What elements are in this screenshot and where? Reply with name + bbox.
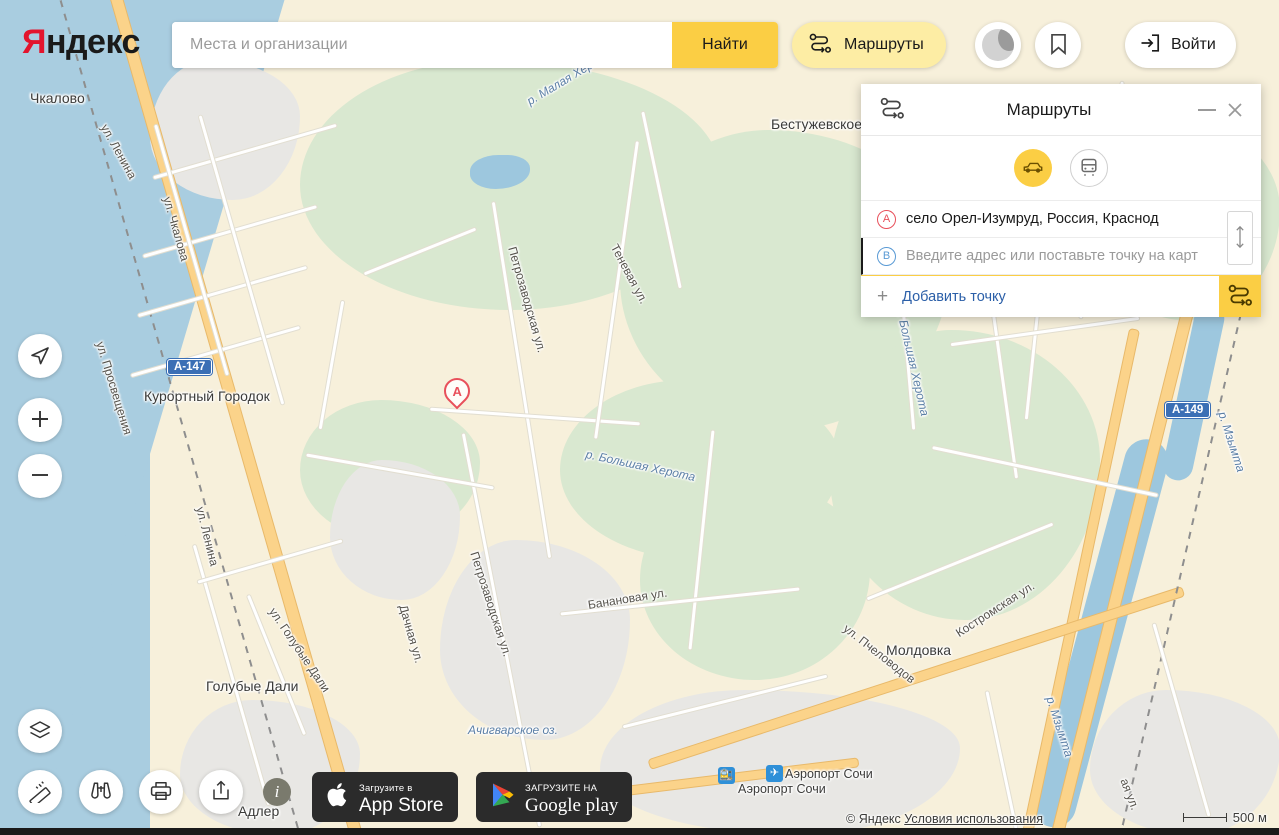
train-icon[interactable]: 🚉 [718,767,735,784]
copyright-text: © Яндекс [846,812,901,826]
bookmark-icon [1050,33,1067,58]
avatar-button[interactable] [975,22,1021,68]
app-store-badge-top: Загрузите в [359,783,413,794]
yandex-logo-ya: Я [22,23,46,61]
bus-icon [1080,157,1098,180]
close-icon[interactable] [1221,96,1249,124]
search-bar: Найти [172,22,778,68]
search-button[interactable]: Найти [672,22,778,68]
swap-vertical-icon [1234,224,1246,253]
map-road-shield: A-147 [167,359,213,375]
route-point-b-row[interactable]: B [861,238,1261,275]
google-play-badge[interactable]: ЗАГРУЗИТЕ НА Google play [476,772,633,822]
google-play-badge-text: ЗАГРУЗИТЕ НА Google play [525,778,618,816]
zoom-in-button[interactable] [18,398,62,442]
point-b-badge: B [877,246,896,266]
car-icon [1022,159,1044,178]
terms-link[interactable]: Условия использования [904,812,1043,826]
routes-panel-title: Маршруты [1006,99,1092,119]
layers-icon [28,719,52,744]
yandex-logo-rest: ндекс [45,23,141,61]
layers-button[interactable] [18,709,62,753]
routes-panel: Маршруты A село Орел-Изумруд, Россия, Кр… [861,84,1261,317]
scale-bar-line [1182,813,1227,822]
map-scale-bar: 500 м [1182,810,1267,825]
routes-points-list: A B [861,200,1261,275]
google-play-icon [490,781,516,814]
add-point-button[interactable]: Добавить точку [902,289,1006,305]
yandex-maps-app: A Чкалово Курортный Городок Голубые Дали Бе… [0,0,1279,835]
routes-button[interactable]: Маршруты [792,22,946,68]
share-icon [210,779,232,806]
plus-icon [29,408,51,433]
sign-in-icon [1139,32,1161,59]
airplane-icon[interactable]: ✈ [766,765,783,782]
app-store-badge-text: Загрузите в App Store [359,778,444,816]
route-icon [808,33,832,58]
routes-button-label: Маршруты [844,36,924,53]
binoculars-icon [89,780,113,805]
map-road-shield: A-149 [1165,402,1211,418]
minus-icon [29,464,51,489]
yandex-logo[interactable]: Яндекс [22,25,140,59]
app-store-badge[interactable]: Загрузите в App Store [312,772,458,822]
locate-me-button[interactable] [18,334,62,378]
app-store-badge-bottom: App Store [359,795,444,816]
info-button[interactable]: i [263,778,291,806]
ruler-icon [28,779,52,807]
scale-bar-label: 500 м [1232,810,1267,825]
avatar-placeholder-icon [982,29,1014,61]
swap-points-button[interactable] [1227,211,1253,265]
routes-add-point-row: + Добавить точку [861,275,1261,317]
bottom-black-bar [0,828,1279,835]
map-copyright: © Яндекс Условия использования [846,812,1043,826]
plus-icon: + [877,286,889,307]
ruler-button[interactable] [18,770,62,814]
route-marker-a-label: A [452,383,462,399]
printer-icon [149,780,173,805]
search-input[interactable] [172,22,672,68]
zoom-out-button[interactable] [18,454,62,498]
routes-transport-modes [861,136,1261,200]
route-point-a-input[interactable] [906,211,1213,227]
bookmarks-button[interactable] [1035,22,1081,68]
mode-transit-button[interactable] [1070,149,1108,187]
login-button[interactable]: Войти [1125,22,1236,68]
route-point-a-row[interactable]: A [861,201,1261,238]
route-icon [879,97,905,122]
routes-panel-header: Маршруты [861,84,1261,136]
panorama-button[interactable] [79,770,123,814]
google-play-badge-top: ЗАГРУЗИТЕ НА [525,783,598,794]
route-icon [1227,284,1253,309]
share-button[interactable] [199,770,243,814]
point-a-badge: A [877,209,896,229]
build-route-button[interactable] [1219,276,1261,317]
apple-icon [326,781,350,814]
mode-car-button[interactable] [1014,149,1052,187]
locate-arrow-icon [29,344,51,369]
info-icon: i [274,782,280,801]
login-button-label: Войти [1171,36,1216,53]
print-button[interactable] [139,770,183,814]
route-point-b-input[interactable] [906,248,1213,264]
minimize-icon[interactable] [1193,96,1221,124]
google-play-badge-bottom: Google play [525,795,619,816]
